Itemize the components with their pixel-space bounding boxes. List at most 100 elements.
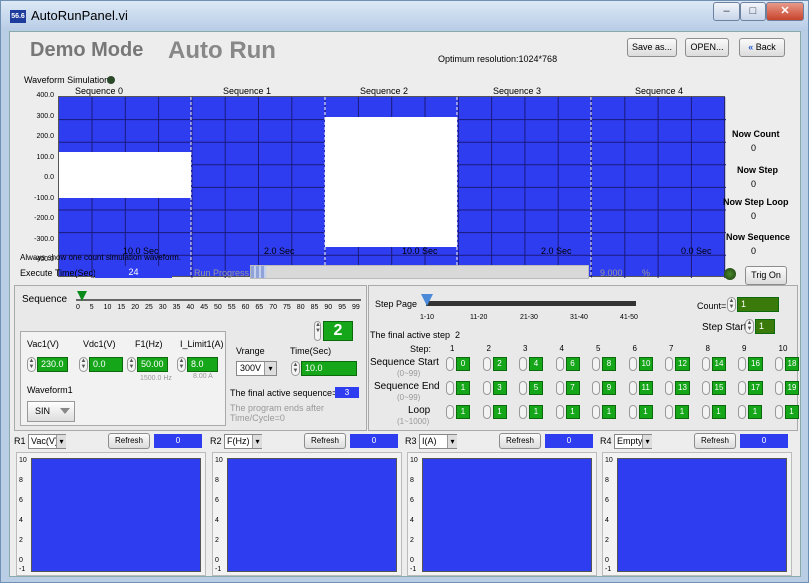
step-spin[interactable] [774,381,783,395]
step-seq-end-field[interactable]: 9 [602,381,616,395]
refresh-button[interactable]: Refresh [304,433,346,449]
waveform-select[interactable]: SIN [27,401,75,422]
step-seq-start-field[interactable]: 10 [638,357,654,371]
vdc-spin[interactable]: ▲ ▼ [79,357,88,372]
step-loop-field[interactable]: 1 [565,405,580,419]
sequence-slider[interactable] [76,299,361,301]
step-spin[interactable] [519,381,527,395]
step-seq-end-field[interactable]: 3 [492,381,507,395]
step-loop-field[interactable]: 1 [492,405,507,419]
step-spin[interactable] [738,357,746,371]
step-loop-field[interactable]: 1 [638,405,653,419]
ends-note-1: The program ends after [230,403,325,413]
ends-note-2: Time/Cycle=0 [230,413,285,423]
step-loop-field[interactable]: 1 [456,405,470,419]
f-field[interactable]: 50.00 [137,357,168,372]
ilimit-field[interactable]: 8.0 [187,357,218,372]
step-loop-field[interactable]: 1 [748,405,762,419]
count-field[interactable]: 1 [737,297,779,312]
refresh-button[interactable]: Refresh [499,433,541,449]
step-spin[interactable] [628,381,637,395]
step-seq-start-field[interactable]: 14 [711,357,727,371]
step-spin[interactable] [774,405,783,419]
trig-on-button[interactable]: Trig On [745,266,787,285]
step-loop-field[interactable]: 1 [711,405,726,419]
step-spin[interactable] [592,357,600,371]
step-spin[interactable] [555,381,564,395]
count-spin[interactable]: ▲ ▼ [727,297,736,312]
sequence-spin[interactable]: ▲ ▼ [314,321,321,341]
now-count-label: Now Count [732,129,780,139]
back-button[interactable]: « Back [739,38,785,57]
step-spin[interactable] [628,405,637,419]
step-spin[interactable] [446,405,454,419]
step-seq-end-field[interactable]: 13 [675,381,690,395]
step-page-thumb[interactable] [421,294,433,306]
time-spin[interactable]: ▲ ▼ [291,361,300,376]
step-seq-end-field[interactable]: 19 [784,381,800,395]
step-spin[interactable] [592,405,600,419]
vrange-select[interactable]: 300V [236,361,277,376]
step-seq-start-field[interactable]: 6 [565,357,580,371]
step-page-slider[interactable] [426,301,636,306]
step-spin[interactable] [592,381,600,395]
step-spin[interactable] [665,405,673,419]
step-seq-start-field[interactable]: 4 [529,357,543,371]
close-button[interactable]: ✕ [766,2,804,21]
step-start-field[interactable]: 1 [755,319,775,334]
step-seq-end-field[interactable]: 11 [638,381,653,395]
step-seq-end-field[interactable]: 1 [456,381,470,395]
step-spin[interactable] [665,381,673,395]
step-seq-end-field[interactable]: 15 [711,381,727,395]
step-spin[interactable] [482,357,491,371]
vac-field[interactable]: 230.0 [37,357,68,372]
step-spin[interactable] [555,357,564,371]
step-seq-start-field[interactable]: 18 [784,357,800,371]
step-spin[interactable] [665,357,673,371]
sequence-header: Sequence 2 [360,86,409,96]
step-loop-field[interactable]: 1 [784,405,799,419]
vac-spin[interactable]: ▲ ▼ [27,357,36,372]
step-spin[interactable] [701,381,710,395]
f-spin[interactable]: ▲ ▼ [127,357,136,372]
step-spin[interactable] [774,357,783,371]
vdc-field[interactable]: 0.0 [89,357,123,372]
step-seq-start-field[interactable]: 8 [602,357,616,371]
step-loop-field[interactable]: 1 [529,405,543,419]
step-spin[interactable] [701,357,710,371]
step-seq-start-field[interactable]: 0 [456,357,470,371]
refresh-button[interactable]: Refresh [108,433,150,449]
step-number: 5 [596,344,601,353]
sequence-slider-thumb[interactable] [77,291,87,301]
save-as-button[interactable]: Save as... [627,38,677,57]
step-seq-end-field[interactable]: 17 [748,381,763,395]
open-button[interactable]: OPEN... [685,38,729,57]
refresh-button[interactable]: Refresh [694,433,736,449]
step-spin[interactable] [446,381,454,395]
step-spin[interactable] [738,405,746,419]
step-seq-start-field[interactable]: 12 [675,357,690,371]
sequence-header: Sequence 4 [635,86,684,96]
step-spin[interactable] [738,381,746,395]
step-spin[interactable] [446,357,454,371]
step-seq-start-field[interactable]: 2 [492,357,507,371]
step-start-spin[interactable]: ▲ ▼ [745,319,754,334]
step-loop-field[interactable]: 1 [675,405,689,419]
step-spin[interactable] [482,405,491,419]
count-label: Count= [697,301,727,311]
step-spin[interactable] [628,357,637,371]
ilimit-spin[interactable]: ▲ ▼ [177,357,186,372]
step-spin[interactable] [519,405,527,419]
step-spin[interactable] [555,405,564,419]
maximize-button[interactable]: □ [740,2,766,21]
step-seq-start-field[interactable]: 16 [748,357,763,371]
step-spin[interactable] [519,357,527,371]
step-spin[interactable] [701,405,710,419]
step-seq-end-field[interactable]: 5 [529,381,543,395]
step-loop-field[interactable]: 1 [602,405,616,419]
time-field[interactable]: 10.0 [301,361,357,376]
minimize-button[interactable]: – [713,2,740,21]
sequence-value[interactable]: 2 [323,321,353,341]
step-seq-end-field[interactable]: 7 [565,381,580,395]
step-spin[interactable] [482,381,491,395]
